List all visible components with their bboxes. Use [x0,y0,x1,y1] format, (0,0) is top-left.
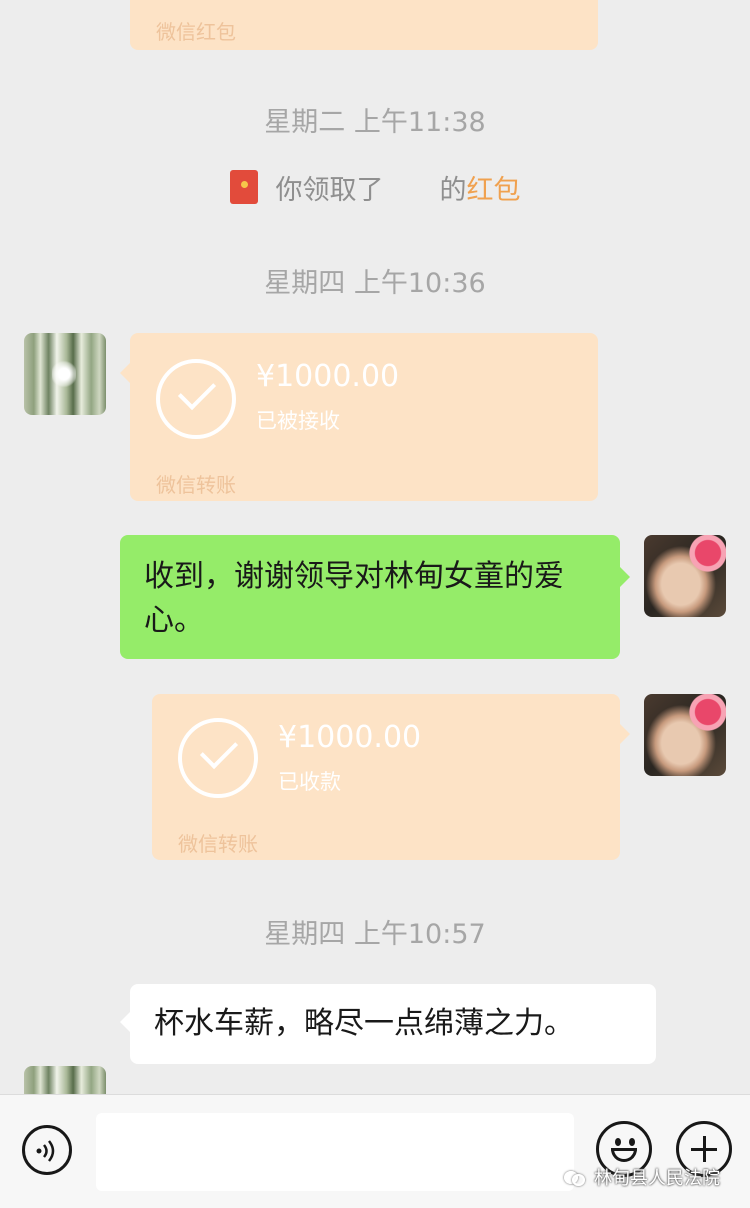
message-input[interactable] [96,1113,574,1191]
transfer-bubble-collected[interactable]: ¥1000.00 已收款 微信转账 [152,694,630,860]
wechat-icon [564,1169,586,1186]
outgoing-message-bubble[interactable]: 收到，谢谢领导对林甸女童的爱心。 [120,535,630,659]
timestamp: 星期四 上午10:36 [264,268,486,299]
system-notice: 你领取了 的 红包 [0,168,750,206]
redpacket-bubble[interactable]: 微信红包 [130,0,598,50]
timestamp: 星期二 上午11:38 [264,107,486,138]
incoming-message-bubble[interactable]: 杯水车薪，略尽一点绵薄之力。 [120,984,656,1064]
redpacket-footer: 微信红包 [156,20,236,44]
transfer-amount: ¥1000.00 [278,720,422,755]
redpacket-link[interactable]: 红包 [467,168,521,207]
timestamp: 星期四 上午10:57 [264,919,486,950]
avatar-contact[interactable] [24,333,106,415]
watermark: 林甸县人民法院 [564,1162,720,1192]
transfer-status: 已收款 [278,770,341,794]
notice-prefix: 你领取了 [275,174,384,206]
avatar-self[interactable] [644,535,726,617]
voice-icon[interactable] [22,1125,72,1175]
message-text: 杯水车薪，略尽一点绵薄之力。 [154,1006,574,1041]
watermark-text: 林甸县人民法院 [594,1168,720,1189]
red-packet-icon [229,170,258,204]
transfer-bubble-received[interactable]: ¥1000.00 已被接收 微信转账 [120,333,598,501]
transfer-footer: 微信转账 [156,473,236,497]
notice-middle: 的 [439,174,467,206]
transfer-status: 已被接收 [256,409,340,433]
transfer-footer: 微信转账 [178,832,258,856]
check-circle-icon [178,718,258,798]
check-circle-icon [156,359,236,439]
message-text: 收到，谢谢领导对林甸女童的爱心。 [144,559,564,638]
avatar-self[interactable] [644,694,726,776]
transfer-amount: ¥1000.00 [256,359,400,394]
